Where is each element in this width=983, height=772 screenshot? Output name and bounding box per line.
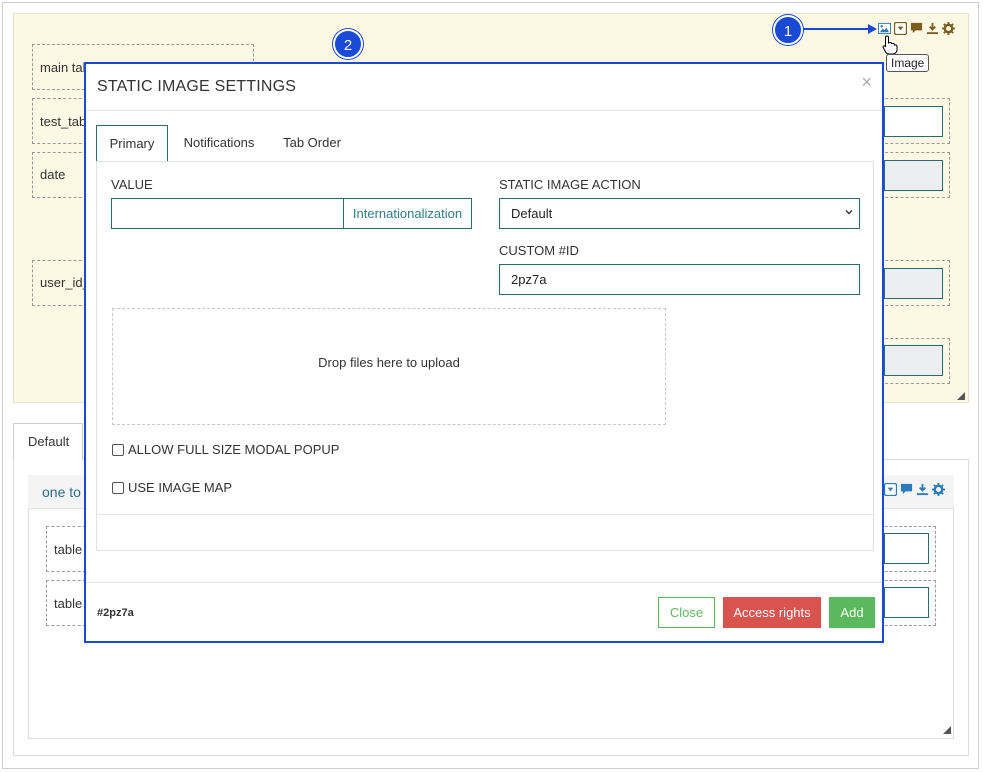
- tab-primary[interactable]: Primary: [96, 125, 168, 162]
- access-rights-button[interactable]: Access rights: [723, 597, 821, 628]
- resize-grip-icon[interactable]: [943, 726, 951, 734]
- field-label: user_id_: [40, 275, 90, 290]
- value-label: VALUE: [111, 177, 153, 192]
- modal-footer-divider: [86, 582, 882, 583]
- allow-full-size-checkbox-row[interactable]: ALLOW FULL SIZE MODAL POPUP: [112, 442, 339, 457]
- gear-icon[interactable]: [932, 483, 945, 496]
- image-tooltip: Image: [886, 54, 930, 72]
- field-user-id[interactable]: user_id_: [32, 260, 92, 306]
- close-button[interactable]: Close: [658, 597, 715, 628]
- tab-default[interactable]: Default: [13, 423, 83, 460]
- custom-id-label: CUSTOM #ID: [499, 243, 579, 258]
- comment-icon[interactable]: [900, 483, 913, 496]
- tab-label: Notifications: [183, 135, 255, 150]
- select-value: Default: [511, 206, 553, 221]
- modal-title: STATIC IMAGE SETTINGS: [97, 78, 297, 95]
- download-icon[interactable]: [926, 22, 939, 35]
- use-image-map-checkbox-row[interactable]: USE IMAGE MAP: [112, 480, 232, 495]
- text-input-preview[interactable]: [884, 106, 943, 137]
- file-dropzone[interactable]: Drop files here to upload: [112, 308, 666, 425]
- use-image-map-checkbox[interactable]: [112, 481, 124, 494]
- tab-label: Tab Order: [283, 135, 341, 150]
- field-label: main tal: [40, 60, 86, 75]
- modal-header-divider: [86, 110, 882, 111]
- field-date[interactable]: date: [32, 152, 92, 198]
- checkbox-label: ALLOW FULL SIZE MODAL POPUP: [128, 442, 340, 457]
- field-label: table: [54, 542, 83, 557]
- dropdown-icon[interactable]: [894, 22, 907, 35]
- row-input-preview[interactable]: [884, 587, 929, 618]
- allow-full-size-checkbox[interactable]: [112, 443, 124, 456]
- field-label: date: [40, 167, 66, 182]
- close-icon[interactable]: ×: [861, 72, 872, 93]
- tab-default-label: Default: [28, 434, 70, 449]
- gear-icon[interactable]: [942, 22, 955, 35]
- custom-id-input[interactable]: 2pz7a: [499, 264, 860, 295]
- step-badge-1: 1: [773, 15, 803, 45]
- add-button[interactable]: Add: [829, 597, 875, 628]
- field-label: test_tab: [40, 114, 87, 129]
- internationalization-button[interactable]: Internationalization: [343, 198, 472, 229]
- static-image-settings-modal: STATIC IMAGE SETTINGS × Primary Notifica…: [84, 62, 884, 643]
- annotation-arrow-head: [868, 24, 877, 34]
- row-input-preview[interactable]: [884, 533, 929, 564]
- field-test-table[interactable]: test_tab: [32, 98, 92, 144]
- inner-toolbar: [884, 483, 945, 496]
- table-row-field[interactable]: table: [46, 526, 86, 572]
- annotation-arrow-line: [803, 28, 871, 30]
- input-preview[interactable]: [884, 345, 943, 376]
- image-icon[interactable]: [878, 22, 891, 35]
- dropdown-icon[interactable]: [884, 483, 897, 496]
- chevron-down-icon: [845, 210, 853, 215]
- tab-tab-order[interactable]: Tab Order: [274, 125, 350, 162]
- dropzone-text: Drop files here to upload: [318, 355, 460, 370]
- field-label: table: [54, 596, 83, 611]
- download-icon[interactable]: [916, 483, 929, 496]
- date-input-preview[interactable]: [884, 160, 943, 191]
- step-badge-2: 2: [333, 29, 363, 59]
- inner-panel-title: one to: [42, 484, 81, 500]
- tab-body-divider: [96, 514, 874, 515]
- tab-label: Primary: [109, 136, 155, 151]
- comment-icon[interactable]: [910, 22, 923, 35]
- static-image-action-select[interactable]: Default: [499, 198, 860, 229]
- static-image-action-label: STATIC IMAGE ACTION: [499, 177, 641, 192]
- user-id-input-preview[interactable]: [884, 268, 943, 299]
- footer-element-id: #2pz7a: [97, 607, 134, 619]
- resize-grip-icon[interactable]: [957, 392, 965, 400]
- panel-toolbar: [878, 22, 955, 35]
- table-row-field[interactable]: table: [46, 580, 86, 626]
- tab-notifications[interactable]: Notifications: [174, 125, 264, 162]
- hand-cursor-icon: [882, 35, 898, 55]
- checkbox-label: USE IMAGE MAP: [128, 480, 233, 495]
- value-input[interactable]: [111, 198, 344, 229]
